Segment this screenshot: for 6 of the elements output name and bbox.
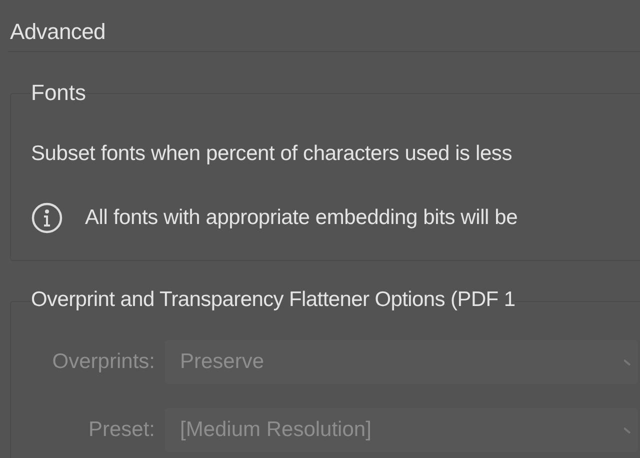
info-icon xyxy=(31,202,63,234)
subset-fonts-label: Subset fonts when percent of characters used is less xyxy=(31,142,512,165)
field-label: Preset: xyxy=(87,417,156,443)
section-title: Advanced xyxy=(10,19,106,44)
info-text: All fonts with appropriate embedding bits will be xyxy=(85,205,518,231)
field-label: Overprints: xyxy=(51,349,156,375)
